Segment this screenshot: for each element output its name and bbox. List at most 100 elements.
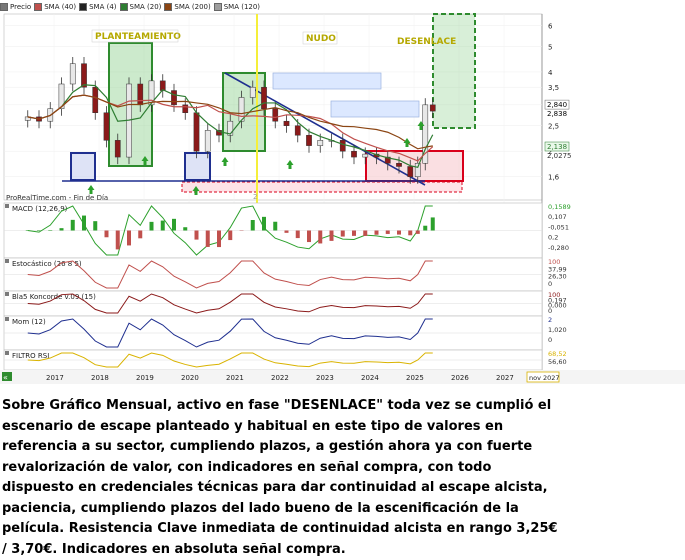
candle-body (273, 109, 278, 121)
macd-histogram-bar (150, 222, 154, 231)
price-tick-label: 3,5 (548, 84, 559, 92)
sma-value-label-b: 2,0275 (547, 152, 572, 160)
indicator-value-label: 0 (548, 280, 552, 288)
macd-histogram-bar (352, 231, 356, 236)
candle-body (205, 130, 210, 151)
macd-histogram-bar (408, 231, 412, 236)
year-tick-label: 2025 (406, 374, 424, 382)
scroll-back-icon: « (3, 373, 8, 382)
macd-histogram-bar (183, 227, 187, 230)
macd-histogram-bar (71, 220, 75, 231)
candle-body (318, 140, 323, 145)
macd-histogram-bar (416, 231, 420, 234)
macd-histogram-bar (105, 231, 109, 238)
indicator-panel-title: MACD (12,26,9) (12, 205, 68, 213)
macd-histogram-bar (161, 221, 165, 231)
panel-collapse-icon (5, 292, 9, 296)
candle-body (70, 64, 75, 84)
macd-histogram-bar (82, 216, 86, 231)
year-tick-label: 2026 (451, 374, 469, 382)
chart-canvas: 6543,532,521,62PLANTEAMIENTONUDODESENLAC… (0, 0, 685, 385)
macd-histogram-bar (262, 217, 266, 231)
year-tick-label: 2022 (271, 374, 289, 382)
end-date-label: nov 2027 (529, 374, 560, 382)
macd-histogram-bar (318, 231, 322, 244)
indicator-value-label: -0,280 (548, 244, 569, 252)
indicator-panel-title: FILTRO RSI (12, 352, 49, 360)
macd-histogram-bar (341, 231, 345, 237)
indicator-value-label: 0,2 (548, 234, 558, 242)
price-tick-label: 2,5 (548, 123, 559, 131)
macd-histogram-bar (397, 231, 401, 235)
macd-histogram-bar (26, 231, 30, 232)
panel-collapse-icon (5, 259, 9, 263)
indicator-value-label: 0 (548, 307, 552, 315)
macd-histogram-bar (206, 231, 210, 247)
price-tick-label: 1,6 (548, 174, 560, 182)
desenlace-label: DESENLACE (397, 37, 456, 47)
candle-body (306, 135, 311, 145)
planteamiento-label: PLANTEAMIENTO (95, 32, 181, 42)
year-tick-label: 2019 (136, 374, 154, 382)
candle-body (430, 105, 435, 111)
macd-histogram-bar (273, 222, 277, 231)
macd-histogram-bar (172, 219, 176, 231)
candle-body (81, 64, 86, 88)
last-price-label: 2,840 (547, 101, 567, 109)
candle-body (171, 91, 176, 105)
year-tick-label: 2024 (361, 374, 379, 382)
macd-histogram-bar (48, 231, 52, 232)
desenlace-target-box (433, 14, 475, 128)
candle-body (284, 121, 289, 125)
macd-histogram-bar (195, 231, 199, 240)
macd-histogram-bar (228, 231, 232, 241)
phase-divider-number: 2 (253, 193, 257, 201)
panel-collapse-icon (5, 351, 9, 355)
macd-histogram-bar (116, 231, 120, 250)
indicator-value-label: -0,051 (548, 223, 569, 231)
macd-histogram-bar (251, 220, 255, 231)
candle-body (250, 87, 255, 97)
panel-collapse-icon (5, 204, 9, 208)
indicator-value-label: 1,020 (548, 326, 567, 334)
resistance-box-lower (331, 101, 419, 117)
candle-body (415, 163, 420, 176)
year-tick-label: 2023 (316, 374, 334, 382)
macd-histogram-bar (285, 231, 289, 233)
price-tick-label: 4 (548, 69, 553, 77)
source-label: ProRealTime.com - Fin de Día (6, 194, 108, 202)
macd-histogram-bar (37, 231, 41, 232)
candle-body (194, 113, 199, 151)
candle-body (351, 151, 356, 157)
macd-histogram-bar (363, 231, 367, 236)
base-box-2020 (185, 153, 210, 180)
price-chart: PrecioSMA (40)SMA (4)SMA (20)SMA (200)SM… (0, 0, 685, 385)
macd-histogram-bar (375, 231, 379, 235)
year-tick-label: 2021 (226, 374, 244, 382)
indicator-value-label: 0,1589 (548, 203, 571, 211)
year-tick-label: 2020 (181, 374, 199, 382)
candle-body (396, 163, 401, 166)
price-tick-label: 5 (548, 43, 552, 51)
candle-body (93, 87, 98, 113)
sma-value-label-a: 2,138 (547, 143, 567, 151)
macd-histogram-bar (127, 231, 131, 246)
macd-histogram-bar (296, 231, 300, 239)
candle-body (104, 113, 109, 141)
macd-histogram-bar (431, 217, 435, 230)
indicator-value-label: 56,60 (548, 358, 567, 366)
support-zone (182, 182, 462, 192)
macd-histogram-bar (217, 231, 221, 248)
candle-body (138, 84, 143, 105)
resistance-box-upper (273, 73, 381, 89)
candle-body (408, 166, 413, 176)
price-tick-label: 6 (548, 23, 553, 31)
indicator-value-label: 68,52 (548, 350, 567, 358)
candle-body (363, 154, 368, 157)
macd-histogram-bar (60, 228, 64, 230)
indicator-value-label: 0 (548, 336, 552, 344)
indicator-value-label: 0,107 (548, 213, 567, 221)
panel-collapse-icon (5, 317, 9, 321)
macd-histogram-bar (93, 221, 97, 230)
last-price-label-2: 2,838 (547, 110, 567, 118)
